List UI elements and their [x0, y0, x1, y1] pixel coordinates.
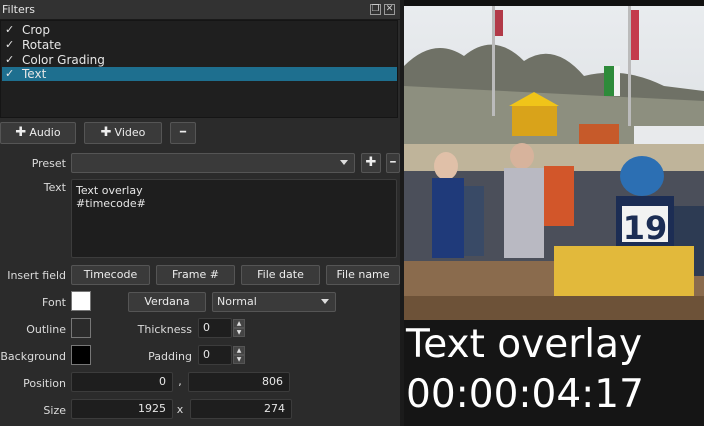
filters-panel: Filters ❐ ✕ ✓ Crop ✓ Rotate ✓ Color Grad… [0, 0, 400, 426]
font-button[interactable]: Verdana [128, 292, 206, 312]
background-label: Background [0, 350, 66, 363]
filter-label: Crop [22, 23, 51, 37]
plus-icon: ✚ [15, 125, 27, 140]
chevron-down-icon[interactable]: ▼ [233, 328, 245, 337]
checkmark-icon[interactable]: ✓ [5, 67, 14, 81]
checkmark-icon[interactable]: ✓ [5, 38, 14, 52]
preset-combo[interactable] [71, 153, 355, 173]
insert-frame-button[interactable]: Frame # [156, 265, 235, 285]
outline-label: Outline [26, 323, 66, 336]
filter-label: Color Grading [22, 53, 105, 67]
background-color-swatch[interactable] [71, 345, 91, 365]
insert-timecode-button[interactable]: Timecode [71, 265, 150, 285]
preset-label: Preset [31, 157, 66, 170]
position-y-input[interactable]: 806 [188, 372, 290, 392]
padding-label: Padding [148, 350, 192, 363]
panel-title: Filters [2, 3, 35, 16]
insert-file-date-button[interactable]: File date [241, 265, 320, 285]
chevron-down-icon [321, 299, 329, 304]
filter-label: Rotate [22, 38, 62, 52]
close-icon[interactable]: ✕ [384, 4, 395, 15]
text-input[interactable]: Text overlay #timecode# [71, 179, 397, 258]
panel-titlebar: Filters ❐ ✕ [0, 0, 400, 20]
font-weight-value: Normal [217, 295, 257, 308]
checkmark-icon[interactable]: ✓ [5, 23, 14, 37]
delete-preset-button[interactable]: ━ [386, 153, 400, 173]
remove-filter-button[interactable]: ━ [170, 122, 196, 144]
add-video-filter-button[interactable]: ✚ Video [84, 122, 162, 144]
add-audio-filter-button[interactable]: ✚ Audio [0, 122, 76, 144]
filter-label: Text [22, 67, 47, 81]
minus-icon: ━ [390, 158, 396, 168]
font-weight-combo[interactable]: Normal [212, 292, 336, 312]
outline-color-swatch[interactable] [71, 318, 91, 338]
thickness-input[interactable]: 0 [198, 318, 232, 338]
plus-icon: ✚ [100, 125, 112, 140]
save-preset-button[interactable]: ✚ [361, 153, 381, 173]
filter-item-rotate[interactable]: ✓ Rotate [2, 38, 397, 52]
overlay-line-2: 00:00:04:17 [406, 372, 644, 417]
padding-input[interactable]: 0 [198, 345, 232, 365]
padding-stepper[interactable]: ▲ ▼ [233, 346, 245, 364]
filter-item-crop[interactable]: ✓ Crop [2, 23, 397, 37]
thickness-stepper[interactable]: ▲ ▼ [233, 319, 245, 337]
chevron-up-icon[interactable]: ▲ [233, 346, 245, 355]
chevron-down-icon [340, 160, 348, 165]
video-preview: 19 Text overlay 00:00:04:17 [404, 0, 704, 426]
font-color-swatch[interactable] [71, 291, 91, 311]
size-height-input[interactable]: 274 [190, 399, 292, 419]
filter-item-text[interactable]: ✓ Text [2, 67, 397, 81]
position-x-input[interactable]: 0 [71, 372, 173, 392]
plus-icon: ✚ [365, 155, 377, 170]
font-label: Font [42, 296, 66, 309]
filter-list[interactable]: ✓ Crop ✓ Rotate ✓ Color Grading ✓ Text [0, 20, 398, 118]
text-overlay: Text overlay 00:00:04:17 [406, 320, 702, 420]
size-separator: x [176, 403, 184, 416]
size-label: Size [43, 404, 66, 417]
float-icon[interactable]: ❐ [370, 4, 381, 15]
insert-field-label: Insert field [7, 269, 66, 282]
text-label: Text [43, 181, 66, 194]
position-separator: , [178, 375, 182, 388]
rider-number: 19 [623, 209, 668, 247]
insert-file-name-button[interactable]: File name [326, 265, 400, 285]
checkmark-icon[interactable]: ✓ [5, 53, 14, 67]
position-label: Position [23, 377, 66, 390]
minus-icon: ━ [179, 127, 187, 138]
chevron-down-icon[interactable]: ▼ [233, 355, 245, 364]
chevron-up-icon[interactable]: ▲ [233, 319, 245, 328]
filter-item-color-grading[interactable]: ✓ Color Grading [2, 53, 397, 67]
video-frame: 19 [404, 6, 704, 320]
size-width-input[interactable]: 1925 [71, 399, 173, 419]
thickness-label: Thickness [137, 323, 192, 336]
overlay-line-1: Text overlay [406, 322, 643, 367]
